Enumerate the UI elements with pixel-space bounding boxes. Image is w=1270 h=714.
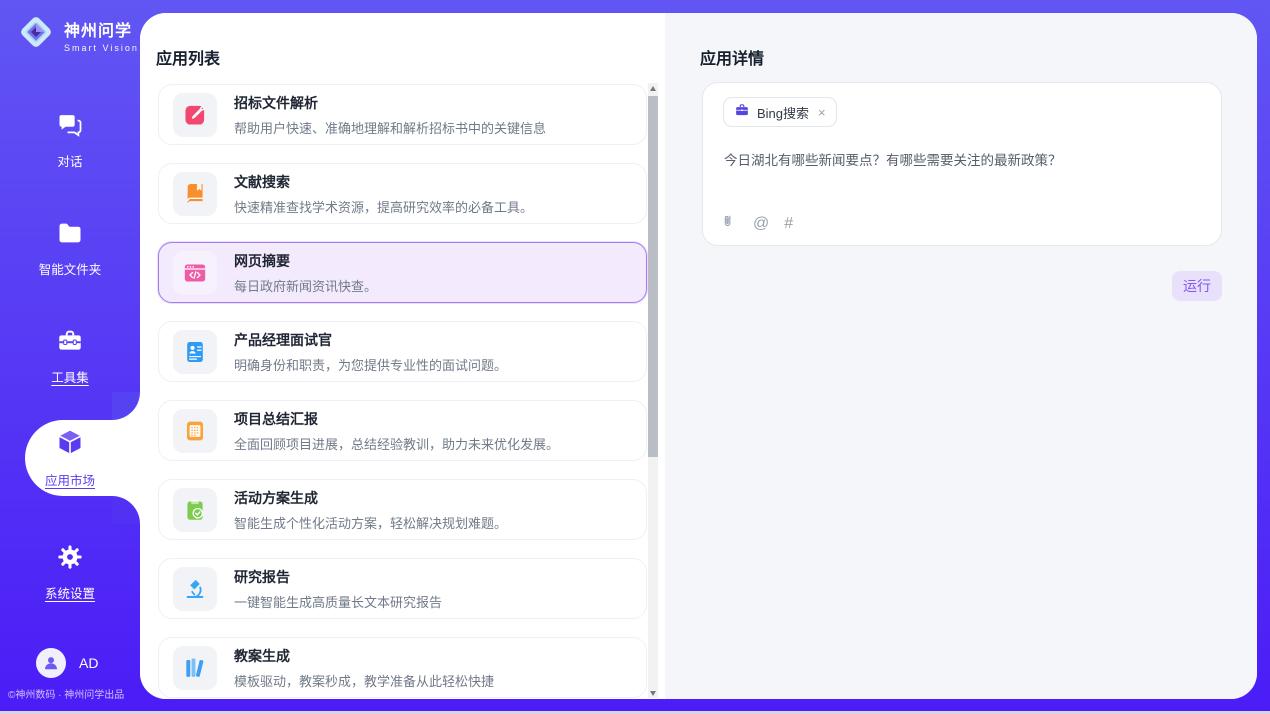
at-mention-icon[interactable]: @ [753,216,769,232]
tool-chip-label: Bing搜索 [757,103,809,122]
app-card[interactable]: 产品经理面试官 明确身份和职责，为您提供专业性的面试问题。 [158,321,647,382]
briefcase-icon [734,102,750,123]
sidebar: 神州问学 Smart Vision 对话 智能文件夹 [0,0,140,714]
app-card[interactable]: 项目总结汇报 全面回顾项目进展，总结经验教训，助力未来优化发展。 [158,400,647,461]
toolbox-icon [56,327,84,360]
paperclip-icon[interactable] [721,213,738,234]
brand-tagline: Smart Vision [64,43,139,53]
sidebar-item-label: 系统设置 [45,583,95,602]
memo-icon [173,409,217,453]
bubble-corner-bottom [112,496,140,524]
sidebar-item-label: 应用市场 [45,470,95,489]
app-card[interactable]: 活动方案生成 智能生成个性化活动方案，轻松解决规划难题。 [158,479,647,540]
prompt-card: Bing搜索 × 今日湖北有哪些新闻要点？有哪些需要关注的最新政策？ @ # [702,82,1222,246]
query-input[interactable]: 今日湖北有哪些新闻要点？有哪些需要关注的最新政策？ [724,151,1194,171]
user-initials: AD [79,655,98,671]
app-card[interactable]: 招标文件解析 帮助用户快速、准确地理解和解析招标书中的关键信息 [158,84,647,145]
chat-icon [56,111,84,144]
gear-icon [56,543,84,576]
microscope-icon [173,567,217,611]
app-detail-title: 应用详情 [700,45,764,69]
sidebar-item-smart-folder[interactable]: 智能文件夹 [0,216,140,280]
app-list-section: 应用列表 招标文件解析 帮助用户快速、准确地理解和解析招标书中的关键信息 文献搜… [140,13,665,699]
app-detail-section: 应用详情 Bing搜索 × 今日湖北有哪些新闻要点？有哪些需要关注的最新政策？ [665,13,1257,699]
brand-name: 神州问学 [64,17,139,41]
clipboard-check-icon [173,488,217,532]
folder-icon [56,219,84,252]
run-button[interactable]: 运行 [1172,271,1222,301]
main-panel: 应用列表 招标文件解析 帮助用户快速、准确地理解和解析招标书中的关键信息 文献搜… [140,13,1257,699]
app-card[interactable]: 教案生成 模板驱动，教案秒成，教学准备从此轻松快捷 [158,637,647,698]
avatar [36,648,66,678]
edit-document-icon [173,93,217,137]
app-card[interactable]: 文献搜索 快速精准查找学术资源，提高研究效率的必备工具。 [158,163,647,224]
app-card[interactable]: 网页摘要 每日政府新闻资讯快查。 [158,242,647,303]
app-list-title: 应用列表 [156,45,220,69]
resume-icon [173,330,217,374]
sidebar-item-label: 对话 [57,151,82,170]
brand: 神州问学 Smart Vision [16,12,139,57]
sidebar-item-toolset[interactable]: 工具集 [0,324,140,388]
cube-icon [55,428,85,463]
book-icon [173,172,217,216]
scrollbar[interactable] [648,83,658,698]
sidebar-item-label: 智能文件夹 [39,259,102,278]
scroll-up-button[interactable] [648,83,658,93]
sidebar-item-app-market[interactable]: 应用市场 [0,426,140,490]
bubble-corner-top [112,392,140,420]
hash-icon[interactable]: # [784,216,793,232]
books-icon [173,646,217,690]
app-card[interactable]: 研究报告 一键智能生成高质量长文本研究报告 [158,558,647,619]
sidebar-item-settings[interactable]: 系统设置 [0,540,140,604]
input-toolbar: @ # [721,213,793,234]
tool-chip-bing-search[interactable]: Bing搜索 × [723,97,837,127]
brand-gem-icon [16,12,56,57]
copyright-footer: ©神州数码 · 神州问学出品 [8,686,124,701]
scrollbar-thumb[interactable] [648,96,658,457]
sidebar-item-chat[interactable]: 对话 [0,108,140,172]
chip-close-icon[interactable]: × [818,105,826,120]
scroll-down-button[interactable] [648,688,658,698]
sidebar-item-label: 工具集 [51,367,89,386]
browser-code-icon [173,251,217,295]
app-list: 招标文件解析 帮助用户快速、准确地理解和解析招标书中的关键信息 文献搜索 快速精… [158,84,647,698]
user-account[interactable]: AD [36,648,98,678]
